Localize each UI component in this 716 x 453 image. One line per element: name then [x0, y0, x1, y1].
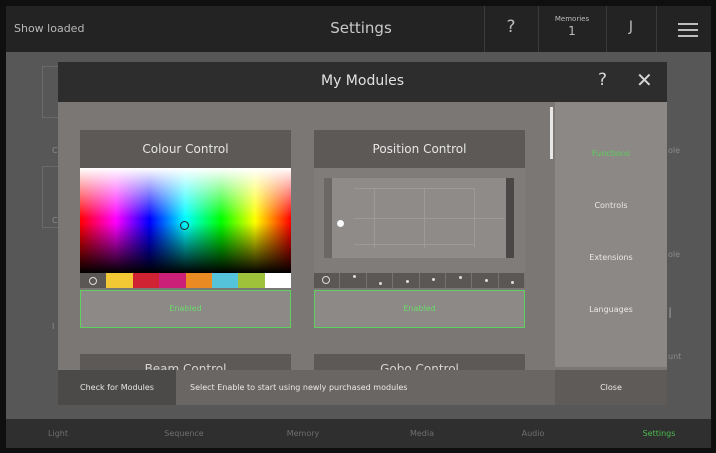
page-title: Settings — [330, 19, 392, 37]
position-preset-strip — [314, 273, 525, 288]
dialog-help-button[interactable]: ? — [598, 70, 607, 90]
category-extensions[interactable]: Extensions — [555, 253, 667, 262]
colour-preset-chip[interactable] — [132, 273, 160, 288]
colour-preset-chip[interactable] — [264, 273, 291, 288]
position-pad-preview — [314, 168, 525, 273]
background-text: unt — [668, 352, 682, 361]
nav-tab-memory[interactable]: Memory — [253, 419, 353, 448]
nav-tab-audio[interactable]: Audio — [483, 419, 583, 448]
category-languages[interactable]: Languages — [555, 305, 667, 314]
help-button[interactable]: ? — [484, 17, 538, 37]
top-bar: Show loaded Settings ? Memories 1 J — [6, 6, 711, 52]
close-icon[interactable]: ✕ — [636, 68, 653, 92]
bottom-nav: Light Sequence Memory Media Audio Settin… — [6, 419, 711, 448]
position-control-module: Position Control Enabled — [314, 130, 525, 329]
background-text: ole — [668, 250, 681, 259]
nav-tab-media[interactable]: Media — [372, 419, 472, 448]
check-for-modules-button[interactable]: Check for Modules — [58, 370, 176, 405]
nav-tab-settings[interactable]: Settings — [609, 419, 709, 448]
module-title: Colour Control — [80, 130, 291, 168]
my-modules-dialog: My Modules ? ✕ Colour Control Enabled Po… — [58, 62, 667, 405]
show-status: Show loaded — [14, 22, 85, 35]
enable-toggle-position[interactable]: Enabled — [314, 290, 525, 328]
colour-preset-chip[interactable] — [80, 273, 107, 288]
app-window: Show loaded Settings ? Memories 1 J C C … — [6, 6, 711, 448]
colour-preset-chip[interactable] — [106, 273, 133, 288]
colour-control-module: Colour Control Enabled — [80, 130, 291, 329]
colour-picker-preview — [80, 168, 291, 273]
background-text: ole — [668, 146, 681, 155]
module-title: Position Control — [314, 130, 525, 168]
divider — [656, 6, 657, 52]
hamburger-menu-icon[interactable] — [678, 23, 698, 41]
close-button[interactable]: Close — [555, 370, 667, 405]
nav-tab-sequence[interactable]: Sequence — [134, 419, 234, 448]
colour-cursor-icon — [180, 221, 189, 230]
dialog-title: My Modules — [320, 73, 404, 89]
memories-label: Memories — [554, 15, 590, 23]
background-text: I — [668, 306, 673, 322]
enable-toggle-colour[interactable]: Enabled — [80, 290, 291, 328]
module-categories: Functions Controls Extensions Languages — [555, 102, 667, 367]
colour-preset-chip[interactable] — [185, 273, 212, 288]
none-swatch-icon — [89, 277, 98, 285]
background-text: I — [52, 322, 55, 331]
colour-preset-chip[interactable] — [159, 273, 186, 288]
category-functions[interactable]: Functions — [555, 149, 667, 158]
colour-preset-chip[interactable] — [238, 273, 265, 288]
position-dot-icon — [337, 220, 344, 227]
footer-hint: Select Enable to start using newly purch… — [190, 383, 408, 392]
background-text: C — [52, 146, 58, 155]
dialog-footer: Check for Modules Select Enable to start… — [58, 370, 667, 405]
category-controls[interactable]: Controls — [555, 201, 667, 210]
dialog-header: My Modules ? ✕ — [58, 62, 667, 102]
colour-preset-strip — [80, 273, 291, 288]
memories-button[interactable]: Memories 1 — [539, 15, 605, 38]
memories-count: 1 — [568, 24, 576, 38]
background-text: C — [52, 216, 58, 225]
colour-preset-chip[interactable] — [211, 273, 239, 288]
nav-tab-light[interactable]: Light — [8, 419, 108, 448]
user-button[interactable]: J — [606, 19, 656, 35]
scrollbar[interactable] — [550, 107, 553, 159]
